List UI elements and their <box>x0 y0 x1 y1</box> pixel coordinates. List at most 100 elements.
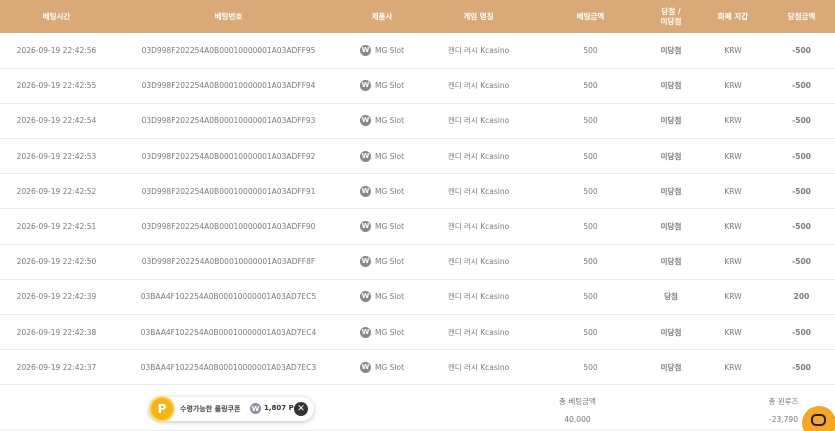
mg-provider-icon: W <box>359 256 371 268</box>
bet-time: 2026-09-19 22:42:53 <box>16 151 97 161</box>
chat-bubble-icon <box>810 414 826 426</box>
game-name: 캔디 러시 Kcasino <box>447 292 510 302</box>
mg-provider-icon: W <box>359 150 371 162</box>
header-result-line1: 당첨 / <box>661 6 681 16</box>
table-row: 2026-09-19 22:42:54 03D998F202254A0B00010… <box>0 103 835 139</box>
win-amount: -500 <box>792 45 811 55</box>
bet-amount: 500 <box>583 257 598 267</box>
currency: KRW <box>724 186 742 196</box>
win-amount: -500 <box>792 222 811 232</box>
provider-cell: W MG Slot <box>344 139 420 174</box>
provider-name: MG Slot <box>374 222 405 232</box>
provider: W MG Slot <box>359 326 404 338</box>
currency: KRW <box>724 81 742 91</box>
close-icon[interactable]: ✕ <box>294 402 308 416</box>
bet-id: 03BAA4F102254A0B00010000001A03AD7EC5 <box>140 292 317 302</box>
mg-provider-icon: W <box>359 185 371 197</box>
coupon-points: 1,807 P <box>264 404 294 412</box>
provider: W MG Slot <box>359 361 405 373</box>
table-body: 2026-09-19 22:42:56 03D998F202254A0B00010… <box>0 33 835 385</box>
total-bet-value: 40,000 <box>564 415 591 424</box>
provider-cell: W MG Slot <box>344 33 420 68</box>
bet-result: 미당첨 <box>660 257 682 267</box>
summary-row: 총 베팅금액 40,000 총 윈루즈 -23,790 <box>0 388 835 431</box>
win-amount: -500 <box>792 327 811 337</box>
provider: W MG Slot <box>359 115 405 127</box>
bet-amount: 500 <box>583 327 598 337</box>
currency: KRW <box>724 257 742 267</box>
provider: W MG Slot <box>359 80 404 92</box>
header-result-line2: 미당첨 <box>660 16 682 26</box>
bet-amount: 500 <box>583 362 598 372</box>
provider: W MG Slot <box>359 185 404 197</box>
rolling-coupon-popup[interactable]: P 수령가능한 롤링쿠폰 W 1,807 P ✕ <box>149 396 314 422</box>
bet-time: 2026-09-19 22:42:38 <box>16 327 97 337</box>
provider-cell: W MG Slot <box>344 209 420 244</box>
provider-name: MG Slot <box>374 151 405 161</box>
bet-time: 2026-09-19 22:42:51 <box>16 222 97 232</box>
bet-id: 03D998F202254A0B00010000001A03ADFF90 <box>141 222 316 232</box>
bet-result: 당첨 <box>664 292 678 302</box>
table-row: 2026-09-19 22:42:50 03D998F202254A0B00010… <box>0 244 835 280</box>
bet-result: 미당첨 <box>660 222 682 232</box>
coupon-label: 수령가능한 롤링쿠폰 <box>180 405 241 413</box>
provider-name: MG Slot <box>374 362 405 372</box>
win-amount: -500 <box>792 257 811 267</box>
bet-time: 2026-09-19 22:42:39 <box>16 292 97 302</box>
mg-provider-icon: W <box>359 115 371 127</box>
provider-cell: W MG Slot <box>344 244 420 279</box>
provider: W MG Slot <box>359 256 404 268</box>
game-name: 캔디 러시 Kcasino <box>447 151 510 161</box>
bet-id: 03D998F202254A0B00010000001A03ADFF95 <box>141 45 316 55</box>
bet-amount: 500 <box>583 151 598 161</box>
game-name: 캔디 러시 Kcasino <box>447 186 510 196</box>
game-name: 캔디 러시 Kcasino <box>447 222 510 232</box>
bet-amount: 500 <box>583 81 598 91</box>
mg-provider-icon: W <box>359 80 371 92</box>
bet-id: 03BAA4F102254A0B00010000001A03AD7EC3 <box>140 362 317 372</box>
bet-amount: 500 <box>583 45 598 55</box>
bet-id: 03D998F202254A0B00010000001A03ADFF91 <box>141 186 316 196</box>
header-time: 베팅시간 <box>42 11 71 21</box>
header-bet-id: 베팅번호 <box>214 11 243 21</box>
bet-time: 2026-09-19 22:42:54 <box>16 116 97 126</box>
header-currency: 화폐 지갑 <box>717 11 749 21</box>
mg-provider-icon: W <box>359 291 371 303</box>
win-amount: 200 <box>793 292 810 302</box>
currency: KRW <box>724 116 742 126</box>
provider-cell: W MG Slot <box>344 350 420 385</box>
bet-amount: 500 <box>583 222 598 232</box>
provider: W MG Slot <box>359 150 405 162</box>
provider-cell: W MG Slot <box>344 103 420 138</box>
game-name: 캔디 러시 Kcasino <box>447 362 510 372</box>
provider: W MG Slot <box>359 221 405 233</box>
total-bet-label: 총 베팅금액 <box>559 397 596 406</box>
game-name: 캔디 러시 Kcasino <box>447 81 510 91</box>
provider-name: MG Slot <box>374 45 405 55</box>
header-game: 게임 명칭 <box>463 11 494 21</box>
chat-button[interactable] <box>802 406 835 431</box>
currency: KRW <box>724 292 742 302</box>
win-amount: -500 <box>792 362 811 372</box>
bet-id: 03D998F202254A0B00010000001A03ADFF8F <box>141 257 316 267</box>
bet-id: 03D998F202254A0B00010000001A03ADFF93 <box>141 116 316 126</box>
provider-cell: W MG Slot <box>344 68 420 103</box>
total-bet: 총 베팅금액 40,000 <box>524 388 631 424</box>
bet-result: 미당첨 <box>660 362 682 372</box>
provider-cell: W MG Slot <box>344 315 420 350</box>
bet-result: 미당첨 <box>660 151 682 161</box>
bet-time: 2026-09-19 22:42:55 <box>16 81 97 91</box>
table-row: 2026-09-19 22:42:39 03BAA4F102254A0B00010… <box>0 279 835 315</box>
game-name: 캔디 러시 Kcasino <box>447 327 510 337</box>
bet-amount: 500 <box>583 292 598 302</box>
table-row: 2026-09-19 22:42:52 03D998F202254A0B00010… <box>0 174 835 209</box>
currency: KRW <box>724 151 742 161</box>
total-winloss-label: 총 윈루즈 <box>768 397 799 406</box>
game-name: 캔디 러시 Kcasino <box>447 116 510 126</box>
currency: KRW <box>724 222 742 232</box>
provider-name: MG Slot <box>374 116 405 126</box>
bet-amount: 500 <box>583 116 598 126</box>
bet-id: 03BAA4F102254A0B00010000001A03AD7EC4 <box>140 327 317 337</box>
currency: KRW <box>724 327 742 337</box>
provider-name: MG Slot <box>374 292 405 302</box>
